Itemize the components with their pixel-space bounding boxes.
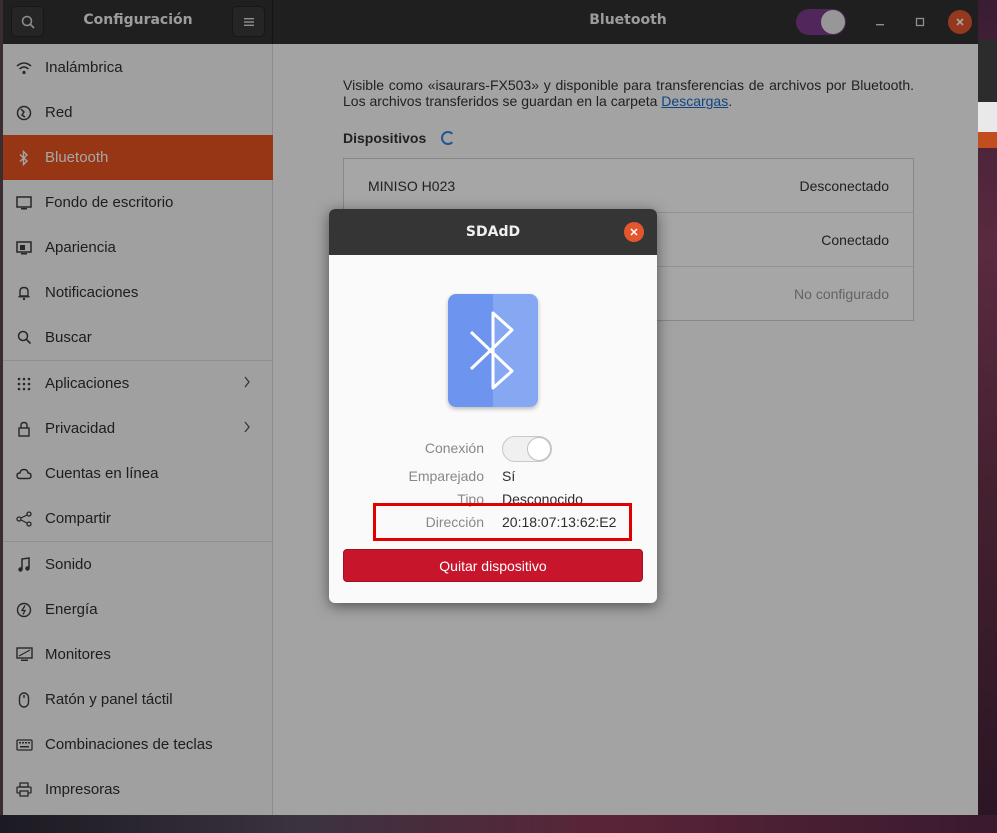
- bluetooth-device-icon: [448, 294, 538, 407]
- paired-label: Emparejado: [408, 468, 485, 484]
- desktop-background-right: [978, 0, 997, 833]
- remove-device-button[interactable]: Quitar dispositivo: [343, 549, 643, 582]
- dialog-close-button[interactable]: [624, 222, 644, 242]
- connection-label: Conexión: [424, 440, 484, 456]
- paired-value: Sí: [502, 468, 516, 484]
- dialog-title: SDAdD: [465, 224, 521, 240]
- device-details-dialog: SDAdD Conexión Emparejado Sí Tipo Descon…: [329, 209, 657, 603]
- switch-knob: [527, 437, 551, 461]
- address-highlight-box: [373, 503, 632, 541]
- close-icon: [630, 228, 638, 236]
- connection-switch[interactable]: [502, 436, 552, 462]
- dialog-header: SDAdD: [329, 209, 657, 255]
- desktop-background-bottom: [0, 815, 997, 833]
